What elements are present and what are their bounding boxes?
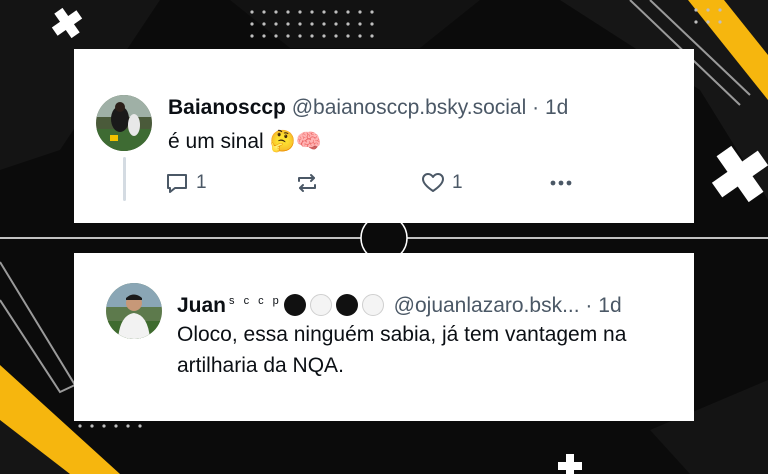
separator: · [532,96,540,119]
repost-button[interactable] [294,169,320,197]
white-circle-icon [361,294,384,316]
reply-count: 1 [196,172,207,193]
post-card-juan[interactable]: Juan s c c p @ojuanlazaro.bsk... · 1d Olo… [74,253,694,421]
author-handle[interactable]: @baianosccp.bsky.social [292,96,527,119]
post-text: Oloco, essa ninguém sabia, já tem vantag… [177,323,627,377]
post-time[interactable]: 1d [545,96,568,119]
white-circle-icon [309,294,332,316]
repost-icon [294,170,320,196]
post-header: Baianosccp @baianosccp.bsky.social · 1d [168,95,568,121]
like-button[interactable]: 1 [420,169,463,197]
more-options-button[interactable] [548,169,574,197]
post-text: é um sinal 🤔🧠 [168,130,322,153]
separator: · [585,294,593,317]
post-actions: 1 1 [164,169,584,197]
author-name[interactable]: Juan [177,294,226,317]
heart-icon [420,170,446,196]
reply-button[interactable]: 1 [164,169,207,197]
avatar[interactable] [96,95,152,151]
thread-line [123,157,126,201]
black-circle-icon [335,294,358,316]
post-time[interactable]: 1d [598,294,621,317]
like-count: 1 [452,172,463,193]
author-handle[interactable]: @ojuanlazaro.bsk... [394,294,580,317]
post-header: Juan s c c p @ojuanlazaro.bsk... · 1d [177,288,622,319]
black-circle-icon [283,294,306,316]
post-card-baianosccp[interactable]: Baianosccp @baianosccp.bsky.social · 1d … [74,49,694,223]
avatar[interactable] [106,283,162,339]
more-options-icon [548,170,574,196]
author-name[interactable]: Baianosccp [168,96,286,119]
name-superscript: s c c p [229,295,282,307]
reply-icon [164,170,190,196]
